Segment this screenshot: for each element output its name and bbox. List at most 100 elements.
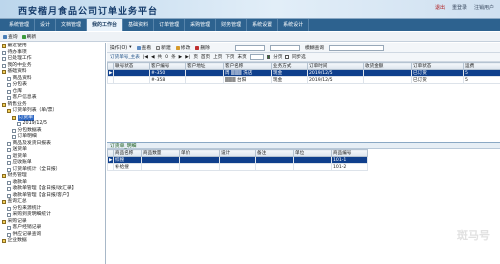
table-row[interactable]: 补给搜 101-2: [107, 163, 500, 171]
document-icon: [7, 213, 11, 218]
tab-docs[interactable]: 文档管理: [56, 19, 88, 31]
edit-icon: [175, 45, 180, 50]
paging-checkbox[interactable]: [266, 55, 271, 59]
document-icon: [7, 161, 11, 166]
tree-item[interactable]: 企业数据: [0, 238, 105, 245]
folder-icon: [2, 219, 6, 224]
column-header[interactable]: 单价: [179, 149, 220, 157]
grid-title: 订货单号_主表: [110, 55, 140, 60]
last-page-link[interactable]: 末页: [238, 54, 247, 60]
pager-text: 条: [171, 55, 176, 60]
column-header[interactable]: 商品数量: [141, 149, 180, 157]
tab-design[interactable]: 设计: [35, 19, 57, 31]
table-row[interactable]: ▶ 综搜 101-1: [107, 156, 500, 164]
filter-value-input[interactable]: [269, 44, 300, 51]
tab-system[interactable]: 系统管理: [4, 19, 36, 31]
tab-workbench[interactable]: 我的工作台: [87, 19, 124, 31]
prev-page-link[interactable]: 上页: [213, 54, 222, 60]
chevron-down-icon: ▾: [129, 45, 132, 50]
column-header[interactable]: 运费: [463, 62, 500, 70]
table-cell: [293, 156, 332, 164]
edit-button[interactable]: 修改: [175, 44, 190, 51]
top-toolbar: 查询 刷新: [0, 32, 500, 42]
column-header[interactable]: 联号状态: [113, 62, 150, 70]
document-icon: [2, 63, 6, 68]
next-page-icon[interactable]: ▶: [179, 55, 183, 60]
last-page-icon[interactable]: ▶|: [185, 55, 190, 60]
tab-basic[interactable]: 基础资料: [123, 19, 155, 31]
sync-checkbox[interactable]: [285, 55, 289, 59]
action-bar: 操作(O) ▾ 查看 新建 修改 删除 模糊查询: [107, 43, 500, 53]
first-page-icon[interactable]: |◀: [143, 55, 148, 60]
column-header[interactable]: 客户地址: [185, 62, 224, 70]
folder-icon: [2, 174, 6, 179]
document-icon: [7, 206, 11, 211]
document-icon: [7, 76, 11, 81]
operate-menu[interactable]: 操作(O) ▾: [110, 44, 132, 51]
relogin-link[interactable]: 重登录: [452, 4, 467, 11]
view-button[interactable]: 查看: [136, 44, 151, 51]
folder-icon: [2, 200, 6, 205]
column-header[interactable]: 业务方式: [271, 62, 308, 70]
tree-item-label: 企业数据: [7, 238, 27, 243]
table-cell: 已订货: [411, 69, 464, 77]
fuzzy-search-input[interactable]: [329, 44, 385, 51]
new-button[interactable]: 新建: [156, 44, 171, 51]
tab-sysdesign[interactable]: 系统设计: [278, 19, 310, 31]
table-cell: [293, 163, 332, 171]
document-icon: [7, 193, 11, 198]
filter-field-input[interactable]: [234, 44, 265, 51]
app-title: 西安楷月食品公司订单业务平台: [18, 7, 159, 17]
document-icon: [7, 167, 11, 172]
tab-purchase[interactable]: 采购管理: [185, 19, 217, 31]
document-icon: [7, 89, 11, 94]
column-header[interactable]: 备注: [255, 149, 294, 157]
table-cell: 2019/12/5: [307, 76, 364, 84]
column-header[interactable]: 客户名称: [223, 62, 272, 70]
next-page-link[interactable]: 下页: [225, 54, 234, 60]
column-header[interactable]: 订单状态: [411, 62, 464, 70]
table-cell: [255, 163, 294, 171]
refresh-button[interactable]: 刷新: [21, 33, 36, 40]
logout-link[interactable]: 退出: [435, 4, 445, 11]
order-grid: 联号状态 客户编号 客户地址 客户名称 业务方式 订单时间 收货金额 订单状态 运费 ▶ #-35…: [107, 62, 500, 142]
table-cell: [219, 163, 256, 171]
tab-orders[interactable]: 订单管理: [154, 19, 186, 31]
prev-page-icon[interactable]: ◀: [151, 55, 155, 60]
column-header[interactable]: 设计: [219, 149, 256, 157]
table-cell: [113, 69, 150, 77]
table-cell: [113, 76, 150, 84]
first-page-link[interactable]: 首页: [201, 54, 210, 60]
column-header[interactable]: 商品名称: [113, 149, 142, 157]
table-row[interactable]: #-358 ▒▒▒ 台阳 现金 2019/12/5 已订货 5: [107, 76, 500, 84]
document-icon: [12, 128, 16, 133]
table-cell: [179, 163, 220, 171]
folder-icon: [12, 115, 16, 120]
pager-count: 0: [165, 54, 169, 60]
tab-finance[interactable]: 财务管理: [216, 19, 248, 31]
table-cell: 已订货: [411, 76, 464, 84]
row-indicator: ▶: [107, 69, 114, 77]
header-links: 退出 重登录 注销用户: [435, 4, 494, 11]
folder-icon: [2, 239, 6, 244]
document-icon: [7, 180, 11, 185]
tab-settings[interactable]: 系统设置: [247, 19, 279, 31]
column-header[interactable]: 客户编号: [149, 62, 186, 70]
column-header[interactable]: 单位: [293, 149, 332, 157]
delete-button[interactable]: 删除: [195, 44, 210, 51]
column-header[interactable]: 商品编号: [331, 149, 368, 157]
document-icon: [7, 141, 11, 146]
page-number-input[interactable]: [249, 54, 264, 60]
column-header[interactable]: 订单时间: [307, 62, 364, 70]
column-header[interactable]: 收货金额: [363, 62, 412, 70]
table-row[interactable]: ▶ #-350 周 ▒▒▒ 洗店 现金 2019/12/5 已订货 5: [107, 69, 500, 77]
table-cell: 周 ▒▒▒ 洗店: [223, 69, 272, 77]
logoff-link[interactable]: 注销用户: [474, 4, 494, 11]
query-button[interactable]: 查询: [3, 33, 18, 40]
folder-icon: [2, 102, 6, 107]
table-cell: 101-1: [331, 156, 368, 164]
table-cell: [255, 156, 294, 164]
document-icon: [2, 50, 6, 55]
paging-label: 分页: [273, 55, 283, 60]
main-nav: 系统管理 设计 文档管理 我的工作台 基础资料 订单管理 采购管理 财务管理 系…: [0, 19, 500, 31]
